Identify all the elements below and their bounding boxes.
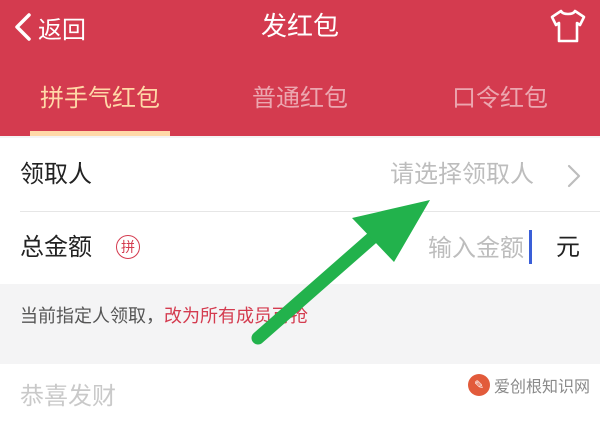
tab-normal-packet[interactable]: 普通红包 bbox=[200, 70, 400, 136]
page-title: 发红包 bbox=[260, 12, 339, 42]
hint-band: 当前指定人领取，改为所有成员可抢 bbox=[0, 284, 600, 350]
tab-password-packet[interactable]: 口令红包 bbox=[400, 70, 600, 136]
recipient-label: 领取人 bbox=[20, 160, 92, 188]
tab-bar: 拼手气红包 普通红包 口令红包 bbox=[0, 70, 600, 136]
shirt-icon[interactable] bbox=[548, 8, 588, 44]
watermark-logo-icon: ✎ bbox=[467, 374, 490, 396]
tab-label: 普通红包 bbox=[252, 84, 348, 112]
recipient-row[interactable]: 领取人 请选择领取人 bbox=[0, 138, 600, 211]
active-tab-underline bbox=[30, 131, 170, 136]
amount-unit: 元 bbox=[556, 233, 580, 261]
greeting-placeholder: 恭喜发财 bbox=[20, 382, 116, 410]
header-bar: 返回 发红包 拼手气红包 普通红包 口令红包 bbox=[0, 0, 600, 136]
watermark-text: 爱创根知识网 bbox=[493, 377, 590, 396]
chevron-right-icon bbox=[566, 164, 582, 188]
pin-badge-icon: 拼 bbox=[116, 235, 140, 259]
amount-label: 总金额 bbox=[20, 233, 92, 261]
amount-input[interactable] bbox=[344, 229, 530, 267]
watermark: ✎ 爱创根知识网 bbox=[467, 373, 590, 397]
recipient-placeholder: 请选择领取人 bbox=[390, 160, 534, 188]
amount-row: 总金额 拼 元 bbox=[0, 211, 600, 284]
all-members-link[interactable]: 改为所有成员可抢 bbox=[164, 306, 308, 327]
hint-text: 当前指定人领取， bbox=[20, 306, 164, 327]
text-cursor bbox=[529, 230, 532, 264]
tab-label: 口令红包 bbox=[452, 84, 548, 112]
form-card: 领取人 请选择领取人 总金额 拼 元 bbox=[0, 138, 600, 284]
tab-lucky-packet[interactable]: 拼手气红包 bbox=[0, 70, 200, 136]
tab-label: 拼手气红包 bbox=[40, 84, 160, 112]
